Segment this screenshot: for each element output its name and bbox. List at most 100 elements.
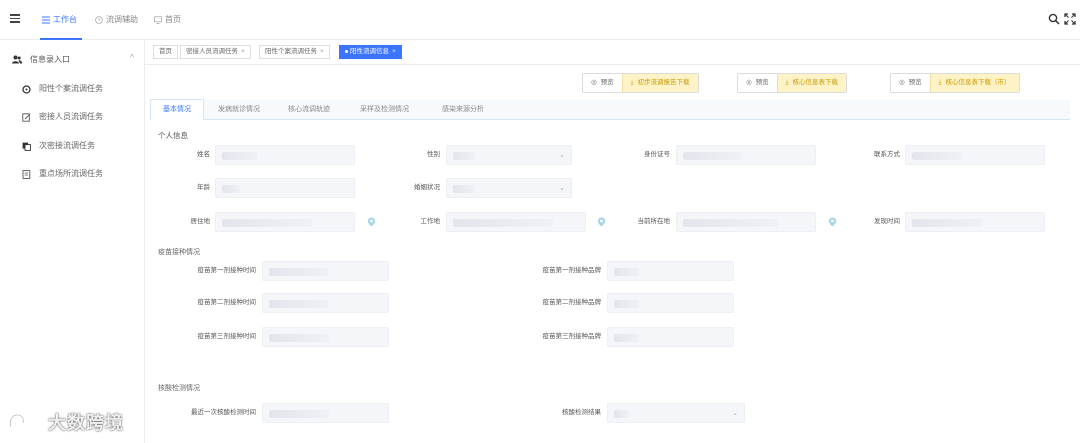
target-icon bbox=[22, 84, 31, 94]
top-bar: 工作台 流调辅助 首页 bbox=[0, 0, 1080, 40]
tab-onset-visit[interactable]: 发病就诊情况 bbox=[218, 100, 260, 120]
tab-infection-source[interactable]: 感染来源分析 bbox=[442, 100, 484, 120]
marital-select[interactable]: ⌄ bbox=[446, 178, 572, 198]
workplace-label: 工作地 bbox=[420, 218, 441, 225]
search-icon[interactable] bbox=[1048, 13, 1060, 25]
core-info-action-group: ◎ 预览 ⤓ 核心信息表下载 bbox=[737, 73, 848, 93]
breadcrumb-tag-close-contact[interactable]: 密接人员流调任务 × bbox=[180, 45, 251, 59]
location-icon[interactable] bbox=[828, 217, 837, 227]
sidebar-item-label: 重点场所流调任务 bbox=[39, 169, 103, 178]
redacted-value bbox=[912, 152, 962, 160]
close-icon[interactable]: × bbox=[241, 48, 245, 55]
last-test-time-field[interactable] bbox=[262, 403, 389, 423]
dose3-brand-field[interactable] bbox=[607, 327, 734, 347]
download-core-info-button[interactable]: ⤓ 核心信息表下载 bbox=[776, 74, 847, 92]
dose1-time-field[interactable] bbox=[262, 261, 389, 281]
edit-icon bbox=[22, 112, 31, 122]
sidebar-item-label: 密接人员流调任务 bbox=[39, 112, 103, 121]
redacted-value bbox=[614, 334, 639, 342]
fullscreen-icon[interactable] bbox=[1064, 13, 1076, 25]
id-card-field[interactable] bbox=[676, 145, 816, 165]
redacted-value bbox=[222, 185, 240, 193]
preview-label: 预览 bbox=[600, 79, 614, 86]
redacted-value bbox=[912, 219, 982, 227]
name-label: 姓名 bbox=[197, 151, 210, 158]
residence-field[interactable] bbox=[215, 212, 355, 232]
nav-tab-label: 流调辅助 bbox=[106, 15, 138, 24]
nav-tab-workbench[interactable]: 工作台 bbox=[42, 13, 77, 27]
gender-select[interactable]: ⌄ bbox=[446, 145, 572, 165]
breadcrumb-tag-positive-case[interactable]: 阳性个案流调任务 × bbox=[259, 45, 330, 59]
sidebar-group-label: 信息录入口 bbox=[30, 54, 70, 64]
download-label: 核心信息表下载（市） bbox=[945, 79, 1011, 86]
contact-label: 联系方式 bbox=[874, 151, 900, 158]
nucleic-section-title: 核酸检测情况 bbox=[158, 385, 200, 392]
dose3-time-label: 疫苗第三剂接种时间 bbox=[197, 333, 257, 340]
copy-icon bbox=[22, 142, 31, 151]
contact-field[interactable] bbox=[905, 145, 1045, 165]
sidebar-item-close-contact[interactable]: 密接人员流调任务 bbox=[22, 110, 103, 124]
name-field[interactable] bbox=[215, 145, 355, 165]
redacted-value bbox=[269, 334, 329, 342]
discovery-time-field[interactable] bbox=[905, 212, 1045, 232]
nav-tab-home[interactable]: 首页 bbox=[154, 13, 181, 27]
redacted-value bbox=[222, 219, 312, 227]
preview-button[interactable]: ◎ 预览 bbox=[891, 74, 930, 92]
dose3-time-field[interactable] bbox=[262, 327, 389, 347]
dose2-brand-field[interactable] bbox=[607, 293, 734, 313]
report-action-group: ◎ 预览 ⤓ 初步流调报告下载 bbox=[582, 73, 699, 93]
dose1-brand-field[interactable] bbox=[607, 261, 734, 281]
download-icon: ⤓ bbox=[785, 79, 789, 86]
download-initial-report-button[interactable]: ⤓ 初步流调报告下载 bbox=[621, 74, 698, 92]
dose2-time-field[interactable] bbox=[262, 293, 389, 313]
dose1-brand-label: 疫苗第一剂接种品牌 bbox=[542, 267, 602, 274]
workplace-field[interactable] bbox=[446, 212, 586, 232]
sidebar-item-positive-case[interactable]: 阳性个案流调任务 bbox=[22, 82, 103, 96]
sidebar-item-secondary-contact[interactable]: 次密接流调任务 bbox=[22, 139, 95, 153]
redacted-value bbox=[269, 410, 329, 418]
gender-label: 性别 bbox=[427, 151, 440, 158]
test-result-select[interactable]: ⌄ bbox=[607, 403, 745, 423]
redacted-value bbox=[269, 268, 329, 276]
breadcrumb: 首页 密接人员流调任务 × 阳性个案流调任务 × 阳性流调信息 × bbox=[145, 40, 1080, 65]
dose1-time-label: 疫苗第一剂接种时间 bbox=[197, 267, 257, 274]
download-icon: ⤓ bbox=[938, 79, 942, 86]
eye-icon: ◎ bbox=[899, 79, 905, 86]
document-icon bbox=[22, 169, 31, 179]
watermark-text: 大数跨境 bbox=[48, 413, 124, 433]
preview-button[interactable]: ◎ 预览 bbox=[583, 74, 622, 92]
sidebar-item-key-venue[interactable]: 重点场所流调任务 bbox=[22, 167, 103, 181]
current-location-field[interactable] bbox=[676, 212, 816, 232]
close-icon[interactable]: × bbox=[392, 48, 396, 55]
menu-toggle-icon[interactable] bbox=[10, 14, 20, 24]
watermark: 大数跨境 bbox=[8, 410, 124, 434]
breadcrumb-tag-positive-info[interactable]: 阳性流调信息 × bbox=[339, 45, 402, 59]
breadcrumb-tag-home[interactable]: 首页 bbox=[153, 45, 178, 59]
close-icon[interactable]: × bbox=[320, 48, 324, 55]
location-icon[interactable] bbox=[597, 217, 606, 227]
nav-tab-assist[interactable]: 流调辅助 bbox=[95, 13, 138, 27]
redacted-value bbox=[614, 300, 639, 308]
download-core-info-city-button[interactable]: ⤓ 核心信息表下载（市） bbox=[929, 74, 1019, 92]
users-icon bbox=[12, 55, 22, 63]
redacted-value bbox=[683, 219, 778, 227]
sidebar-group-entry[interactable]: 信息录入口 ^ bbox=[12, 52, 134, 66]
redacted-value bbox=[453, 185, 475, 193]
breadcrumb-label: 首页 bbox=[159, 48, 172, 55]
tab-sampling-testing[interactable]: 采样及检测情况 bbox=[360, 100, 409, 120]
residence-label: 居住地 bbox=[190, 218, 211, 225]
age-field[interactable] bbox=[215, 178, 355, 198]
redacted-value bbox=[614, 410, 629, 418]
download-label: 初步流调报告下载 bbox=[637, 79, 690, 86]
preview-button[interactable]: ◎ 预览 bbox=[738, 74, 777, 92]
test-result-label: 核酸检测结果 bbox=[562, 409, 601, 416]
tab-basic-info[interactable]: 基本情况 bbox=[150, 99, 204, 120]
tab-core-trajectory[interactable]: 核心流调轨迹 bbox=[288, 100, 330, 120]
vaccine-section-title: 疫苗接种情况 bbox=[158, 249, 200, 256]
dose3-brand-label: 疫苗第三剂接种品牌 bbox=[542, 333, 602, 340]
preview-label: 预览 bbox=[755, 79, 769, 86]
redacted-value bbox=[683, 152, 743, 160]
redacted-value bbox=[222, 152, 257, 160]
location-icon[interactable] bbox=[367, 217, 376, 227]
chevron-up-icon: ^ bbox=[130, 53, 134, 62]
